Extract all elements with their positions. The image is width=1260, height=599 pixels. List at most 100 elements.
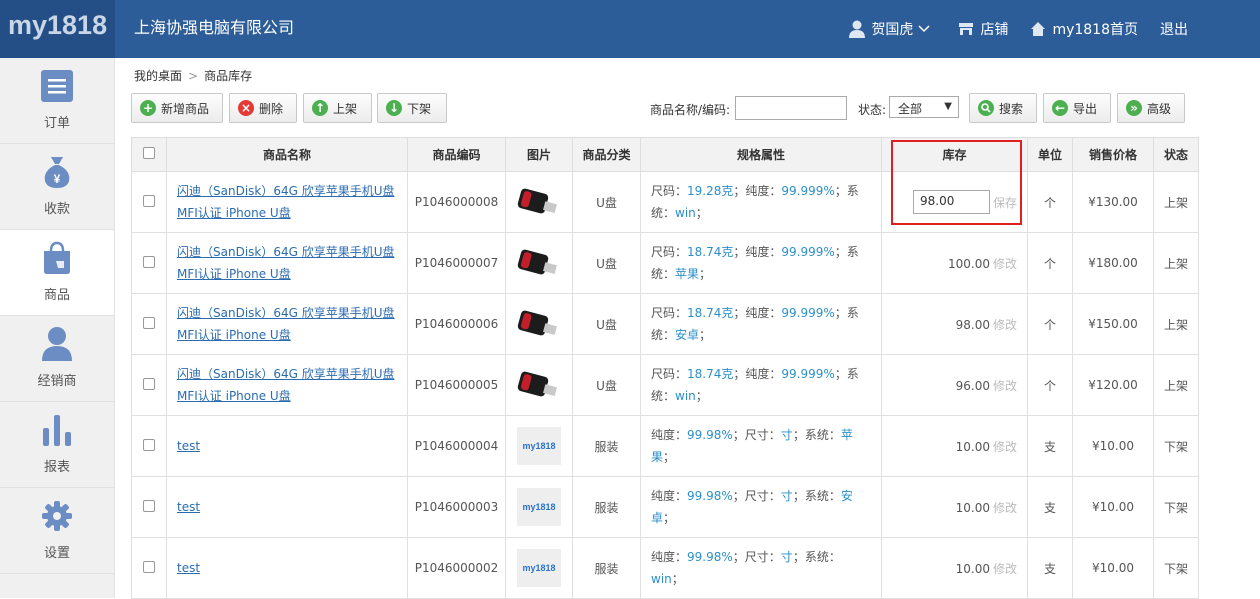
product-name-link[interactable]: 闪迪（SanDisk）64G 欣享苹果手机U盘MFI认证 iPhone U盘 <box>177 306 395 342</box>
row-checkbox[interactable] <box>143 194 155 207</box>
spec-key: ；系统： <box>792 550 841 564</box>
stock-input[interactable]: 98.00 <box>912 190 990 214</box>
stock-edit-link[interactable]: 修改 <box>993 318 1017 332</box>
table-row: 闪迪（SanDisk）64G 欣享苹果手机U盘MFI认证 iPhone U盘 P1… <box>131 171 1199 233</box>
select-all-header[interactable] <box>131 137 167 172</box>
product-thumbnail-logo: my1818 <box>517 488 561 526</box>
export-button[interactable]: ← 导出 <box>1043 93 1111 123</box>
stock-editor: 98.00 保存 <box>912 190 1017 214</box>
shelve-button[interactable]: ↑ 上架 <box>303 93 372 123</box>
product-name-link[interactable]: 闪迪（SanDisk）64G 欣享苹果手机U盘MFI认证 iPhone U盘 <box>177 367 395 403</box>
user-menu[interactable]: 贺国虎 <box>849 19 936 39</box>
arrow-left-icon: ← <box>1052 100 1068 116</box>
spec-key: ； <box>699 328 712 342</box>
spec-key: ；纯度： <box>733 245 782 259</box>
sidebar-item-payments[interactable]: ¥ 收款 <box>0 144 114 230</box>
product-unit: 支 <box>1027 476 1073 538</box>
product-table: 商品名称 商品编码 图片 商品分类 规格属性 库存 单位 销售价格 状态 闪迪（… <box>131 137 1199 599</box>
stock-edit-link[interactable]: 修改 <box>993 379 1017 393</box>
product-name-link[interactable]: 闪迪（SanDisk）64G 欣享苹果手机U盘MFI认证 iPhone U盘 <box>177 245 395 281</box>
sidebar-item-products[interactable]: 商品 <box>0 230 114 316</box>
shop-link[interactable]: 店铺 <box>958 19 1008 39</box>
advanced-button[interactable]: » 高级 <box>1117 93 1185 123</box>
shelve-label: 上架 <box>333 101 358 116</box>
product-image-cell <box>505 354 573 416</box>
gear-icon <box>41 500 73 532</box>
product-status: 上架 <box>1153 171 1199 233</box>
sidebar-item-orders[interactable]: 订单 <box>0 58 114 144</box>
product-name-link[interactable]: test <box>177 500 200 514</box>
sidebar-item-reports[interactable]: 报表 <box>0 402 114 488</box>
product-thumbnail <box>516 188 562 224</box>
product-spec: 纯度：99.98%；尺寸：寸；系统： win； <box>640 537 882 599</box>
spec-key: 纯度： <box>651 428 688 442</box>
delete-button[interactable]: × 删除 <box>229 93 297 123</box>
search-button[interactable]: 搜索 <box>969 93 1037 123</box>
stock-edit-link[interactable]: 修改 <box>993 501 1017 515</box>
table-row: test P1046000002 my1818 服装 纯度：99.98%；尺寸：寸；系统… <box>131 537 1199 599</box>
header-status: 状态 <box>1153 137 1199 172</box>
spec-key: ；尺寸： <box>732 428 781 442</box>
breadcrumb-home[interactable]: 我的桌面 <box>134 69 182 83</box>
spec-value: 寸 <box>780 428 793 442</box>
row-select-cell[interactable] <box>131 293 167 355</box>
stock-value: 98.00 <box>955 317 990 332</box>
spec-value: 99.98% <box>687 428 733 442</box>
row-select-cell[interactable] <box>131 537 167 599</box>
list-icon <box>41 70 73 102</box>
status-select[interactable]: 全部 ▼ <box>889 96 959 118</box>
product-unit: 个 <box>1027 232 1073 294</box>
row-select-cell[interactable] <box>131 415 167 477</box>
row-checkbox[interactable] <box>143 255 155 268</box>
product-name-cell: test <box>166 476 408 538</box>
row-select-cell[interactable] <box>131 171 167 233</box>
row-checkbox[interactable] <box>143 499 155 512</box>
product-name-link[interactable]: test <box>177 439 200 453</box>
home-link[interactable]: my1818首页 <box>1030 19 1138 39</box>
product-unit: 个 <box>1027 171 1073 233</box>
product-image-cell <box>505 293 573 355</box>
spec-value: 18.74克 <box>687 367 734 381</box>
product-category: 服装 <box>572 537 641 599</box>
table-body: 闪迪（SanDisk）64G 欣享苹果手机U盘MFI认证 iPhone U盘 P1… <box>131 171 1199 599</box>
product-price: ¥10.00 <box>1072 415 1154 477</box>
product-name-cell: 闪迪（SanDisk）64G 欣享苹果手机U盘MFI认证 iPhone U盘 <box>166 232 408 294</box>
sidebar-item-distributors[interactable]: 经销商 <box>0 316 114 402</box>
row-checkbox[interactable] <box>143 377 155 390</box>
spec-value: 99.999% <box>781 306 835 320</box>
spec-value: 99.999% <box>781 184 835 198</box>
stock-save-link[interactable]: 保存 <box>993 194 1017 211</box>
header-image: 图片 <box>505 137 573 172</box>
sidebar-item-settings[interactable]: 设置 <box>0 488 114 574</box>
spec-key: 尺码： <box>651 184 688 198</box>
logo-area[interactable]: my1818 <box>0 0 115 58</box>
row-checkbox[interactable] <box>143 438 155 451</box>
product-name-link[interactable]: 闪迪（SanDisk）64G 欣享苹果手机U盘MFI认证 iPhone U盘 <box>177 184 395 220</box>
row-checkbox[interactable] <box>143 316 155 329</box>
product-image-cell: my1818 <box>505 476 573 538</box>
logout-link[interactable]: 退出 <box>1160 19 1188 39</box>
product-name-cell: 闪迪（SanDisk）64G 欣享苹果手机U盘MFI认证 iPhone U盘 <box>166 354 408 416</box>
row-select-cell[interactable] <box>131 354 167 416</box>
product-status: 下架 <box>1153 415 1199 477</box>
stock-edit-link[interactable]: 修改 <box>993 562 1017 576</box>
product-name-link[interactable]: test <box>177 561 200 575</box>
header-spec: 规格属性 <box>640 137 882 172</box>
unshelve-button[interactable]: ↓ 下架 <box>377 93 447 123</box>
row-checkbox[interactable] <box>143 560 155 573</box>
row-select-cell[interactable] <box>131 232 167 294</box>
logo[interactable]: my1818 <box>8 10 107 41</box>
product-stock-cell: 96.00 修改 <box>881 354 1028 416</box>
home-label: my1818首页 <box>1052 22 1138 38</box>
top-nav: 贺国虎 店铺 my1818首页 退出 <box>849 0 1260 58</box>
stock-edit-link[interactable]: 修改 <box>993 440 1017 454</box>
add-product-button[interactable]: + 新增商品 <box>131 93 223 123</box>
spec-value: win <box>675 389 696 403</box>
product-category: 服装 <box>572 476 641 538</box>
stock-edit-link[interactable]: 修改 <box>993 257 1017 271</box>
row-select-cell[interactable] <box>131 476 167 538</box>
table-row: test P1046000004 my1818 服装 纯度：99.98%；尺寸：寸；系统… <box>131 415 1199 477</box>
name-filter-input[interactable] <box>735 96 847 120</box>
select-all-checkbox[interactable] <box>143 147 155 159</box>
spec-key: ；纯度： <box>733 306 782 320</box>
